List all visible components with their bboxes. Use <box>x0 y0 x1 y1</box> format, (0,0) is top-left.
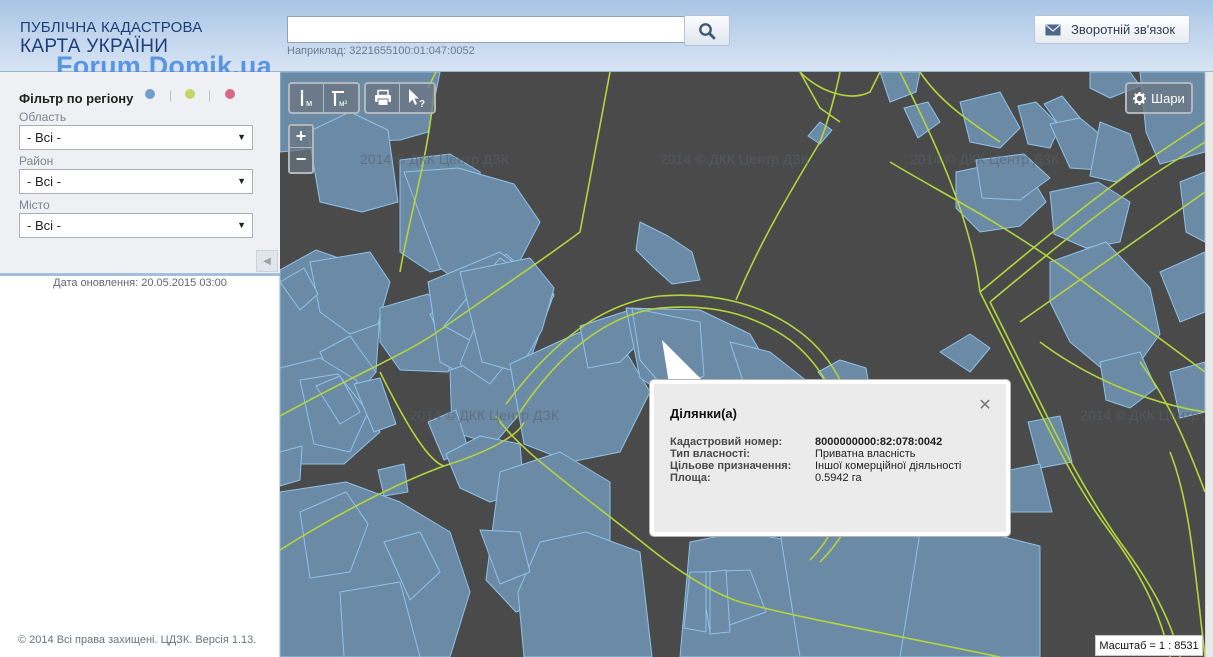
ownership-type: Приватна власність <box>815 448 916 460</box>
search-icon <box>699 22 716 39</box>
app-header: ПУБЛІЧНА КАДАСТРОВА КАРТА УКРАЇНИ Forum.… <box>0 0 1213 81</box>
svg-text:?: ? <box>419 99 425 108</box>
gear-icon <box>1133 91 1147 105</box>
envelope-icon <box>1045 24 1061 35</box>
svg-text:м: м <box>306 98 312 108</box>
ruler-length-icon: м <box>300 90 312 108</box>
measure-toolbar: м м² <box>288 82 360 114</box>
popup-key: Кадастровий номер: <box>670 436 783 448</box>
tile-watermark: 2014 © ДКК Центр ДЗК <box>1080 407 1205 423</box>
land-purpose: Іншої комерційної діяльності <box>815 460 962 472</box>
page-scrollbar[interactable] <box>1205 72 1213 657</box>
raion-select[interactable]: - Всі - ▼ <box>19 169 253 194</box>
search-input[interactable] <box>287 16 685 43</box>
separator: | <box>169 88 173 102</box>
feedback-button[interactable]: Зворотній зв'язок <box>1034 15 1190 44</box>
map-canvas[interactable]: 2014 © ДКК Центр ДЗК 2014 © ДКК Центр ДЗ… <box>280 72 1205 657</box>
map-parcels-layer[interactable]: 2014 © ДКК Центр ДЗК 2014 © ДКК Центр ДЗ… <box>280 72 1205 657</box>
popup-title: Ділянки(а) <box>670 406 737 421</box>
parcel-info-popup: Ділянки(а) ✕ Кадастровий номер: 80000000… <box>650 380 1010 536</box>
region-filter-panel: Фільтр по регіону | | Область - Всі - ▼ … <box>0 72 280 276</box>
zoom-out-button[interactable]: − <box>290 148 312 170</box>
city-select-value: - Всі - <box>27 218 61 233</box>
search-hint: Наприклад: 3221655100:01:047:0052 <box>287 45 475 57</box>
popup-key: Тип власності: <box>670 448 751 460</box>
close-popup-button[interactable]: ✕ <box>976 397 994 415</box>
sidebar: Фільтр по регіону | | Область - Всі - ▼ … <box>0 72 280 657</box>
filter-title: Фільтр по регіону <box>19 91 134 106</box>
measure-area-button[interactable]: м² <box>324 84 358 112</box>
layers-label: Шари <box>1151 90 1185 106</box>
collapse-sidebar-button[interactable]: ◀ <box>256 250 278 272</box>
measure-length-button[interactable]: м <box>290 84 324 112</box>
dropdown-arrow-icon: ▼ <box>237 132 246 142</box>
triangle-left-icon: ◀ <box>263 255 271 267</box>
status-dot-blue[interactable] <box>145 89 155 99</box>
dropdown-arrow-icon: ▼ <box>237 220 246 230</box>
city-label: Місто <box>19 198 50 212</box>
oblast-select[interactable]: - Всі - ▼ <box>19 125 253 150</box>
tile-watermark: 2014 © ДКК Центр ДЗК <box>910 151 1060 167</box>
dropdown-arrow-icon: ▼ <box>237 176 246 186</box>
status-dot-pink[interactable] <box>225 89 235 99</box>
tile-watermark: 2014 © ДКК Центр ДЗК <box>660 151 810 167</box>
pointer-question-icon: ? <box>409 89 425 108</box>
separator: | <box>208 88 212 102</box>
copyright: © 2014 Всі права захищені. ЦДЗК. Версія … <box>18 634 257 646</box>
print-button[interactable] <box>366 84 400 112</box>
tile-watermark: 2014 © ДКК Центр ДЗК <box>360 151 510 167</box>
printer-icon <box>374 89 391 106</box>
raion-label: Район <box>19 154 54 168</box>
map-scale: Масштаб = 1 : 8531 <box>1095 635 1203 656</box>
popup-key: Цільове призначення: <box>670 460 792 472</box>
tile-watermark: 2014 © ДКК Центр ДЗК <box>410 407 560 423</box>
status-dot-yellow[interactable] <box>185 89 195 99</box>
cadastral-number[interactable]: 8000000000:82:078:0042 <box>815 436 942 448</box>
zoom-control: + − <box>288 124 314 174</box>
layers-button[interactable]: Шари <box>1125 82 1193 114</box>
close-icon: ✕ <box>978 397 992 414</box>
identify-button[interactable]: ? <box>400 84 434 112</box>
app-title-line1: ПУБЛІЧНА КАДАСТРОВА <box>20 19 203 36</box>
city-select[interactable]: - Всі - ▼ <box>19 213 253 238</box>
feedback-label: Зворотній зв'язок <box>1071 22 1176 37</box>
ruler-area-icon: м² <box>332 91 348 108</box>
parcel-area: 0.5942 га <box>815 472 862 484</box>
search-button[interactable] <box>684 15 730 46</box>
oblast-label: Область <box>19 110 67 124</box>
svg-text:м²: м² <box>339 99 348 108</box>
oblast-select-value: - Всі - <box>27 130 61 145</box>
print-identify-toolbar: ? <box>364 82 436 114</box>
popup-key: Площа: <box>670 472 711 484</box>
zoom-in-button[interactable]: + <box>290 126 312 148</box>
raion-select-value: - Всі - <box>27 174 61 189</box>
update-date: Дата оновлення: 20.05.2015 03:00 <box>53 277 227 289</box>
